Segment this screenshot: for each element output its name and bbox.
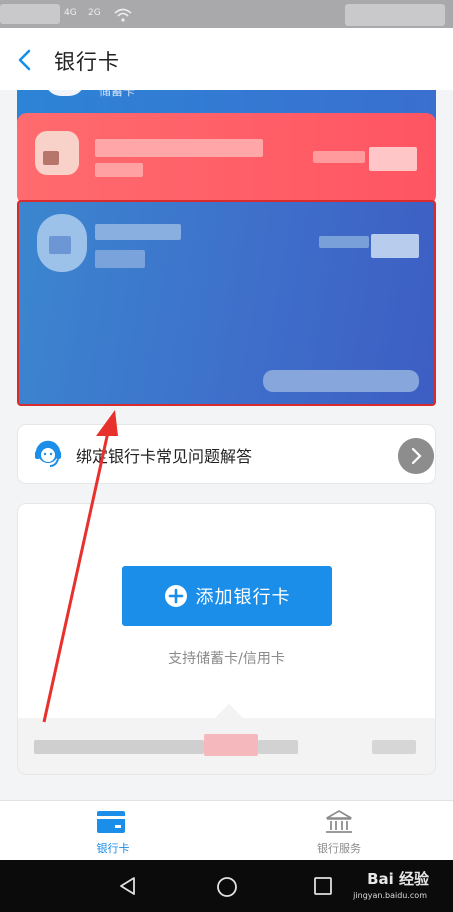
tab-bank-card[interactable]: 银行卡 — [0, 801, 226, 861]
card-number-blur — [313, 151, 365, 163]
bank-card-icon — [97, 811, 125, 833]
add-card-footer — [18, 718, 435, 774]
status-bar: 4G 2G — [0, 0, 453, 28]
bank-name-blur — [95, 224, 181, 240]
tab-label-bank-service: 银行服务 — [317, 842, 361, 855]
bank-card-red[interactable] — [17, 113, 436, 205]
bottom-tab-bar: 银行卡 银行服务 — [0, 800, 453, 860]
system-back-icon[interactable] — [118, 876, 138, 896]
wifi-icon — [114, 8, 132, 22]
customer-service-icon — [35, 440, 61, 467]
tab-label-bank-card: 银行卡 — [96, 842, 130, 855]
system-recents-icon[interactable] — [314, 877, 332, 895]
footer-text-blur-3 — [372, 740, 416, 754]
footer-text-blur — [34, 740, 204, 754]
bank-name-blur — [95, 139, 263, 157]
card-type-blur — [95, 163, 143, 177]
signal-2g-text: 2G — [88, 8, 101, 18]
bank-building-icon — [326, 810, 352, 833]
plus-circle-icon — [164, 585, 187, 607]
card-number-blur-2 — [369, 147, 417, 171]
watermark-brand: Bai 经验 — [367, 870, 429, 888]
signal-4g-text: 4G — [64, 8, 77, 18]
card-number-blur — [319, 236, 369, 248]
footer-text-blur-2 — [258, 740, 298, 754]
card-type-blur — [95, 250, 145, 268]
bank-card-blue-selected[interactable] — [17, 200, 436, 406]
page-title: 银行卡 — [54, 50, 120, 74]
chevron-right-icon[interactable] — [398, 438, 434, 474]
card-type-fragment: 储蓄卡 — [99, 90, 136, 98]
footer-text-blur-red — [204, 734, 258, 756]
add-bank-card-label: 添加银行卡 — [195, 587, 291, 607]
add-bank-card-button[interactable]: 添加银行卡 — [122, 566, 332, 626]
card-number-blur-2 — [371, 234, 419, 258]
nav-bar: 银行卡 — [0, 28, 453, 90]
supported-cards-hint: 支持储蓄卡/信用卡 — [168, 651, 285, 667]
tab-bank-service[interactable]: 银行服务 — [226, 801, 452, 861]
bank-logo-blur-inner — [49, 236, 71, 254]
status-blur-left — [0, 4, 60, 24]
status-blur-right — [345, 4, 445, 26]
system-home-icon[interactable] — [216, 876, 238, 898]
faq-label: 绑定银行卡常见问题解答 — [76, 447, 253, 466]
faq-row[interactable]: 绑定银行卡常见问题解答 — [18, 425, 435, 483]
watermark-url: jingyan.baidu.com — [353, 891, 427, 900]
add-card-panel: 添加银行卡 支持储蓄卡/信用卡 — [18, 504, 435, 774]
bank-logo-blur — [45, 90, 85, 96]
card-tail-number-blur — [263, 370, 419, 392]
bank-logo-blur-dot — [43, 151, 59, 165]
back-arrow-icon[interactable] — [14, 48, 38, 72]
